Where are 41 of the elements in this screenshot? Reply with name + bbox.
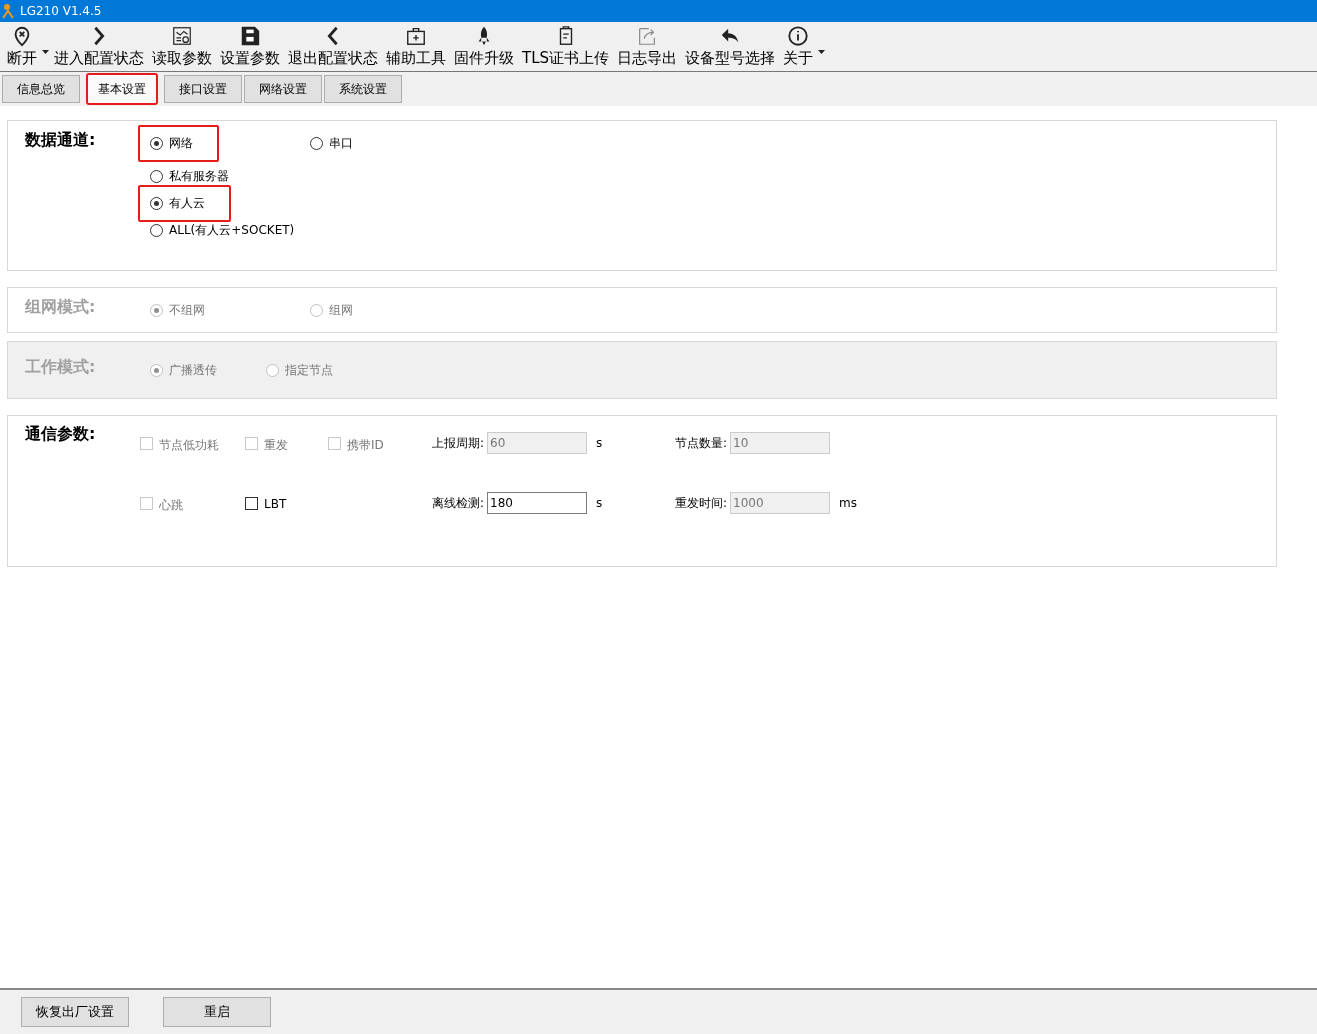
field-label: 上报周期: xyxy=(432,435,485,452)
toolbar-button[interactable]: 辅助工具 xyxy=(383,23,449,71)
section-label: 数据通道: xyxy=(24,129,97,151)
toolbar-button[interactable]: 断开 xyxy=(4,23,40,71)
checkbox-option[interactable]: LBT xyxy=(245,484,328,544)
toolbar-button[interactable]: 读取参数 xyxy=(149,23,215,71)
tab[interactable]: 基本设置 xyxy=(86,73,158,105)
radio-option[interactable]: 私有服务器 xyxy=(140,168,300,185)
info-icon xyxy=(787,25,810,47)
input-field[interactable]: 180 xyxy=(487,492,588,514)
toolbar-button[interactable]: 进入配置状态 xyxy=(51,23,147,71)
toolbar-button[interactable]: 设备型号选择 xyxy=(682,23,779,71)
radio-option[interactable]: 串口 xyxy=(300,134,460,152)
section-label: 工作模式: xyxy=(24,356,97,378)
toolbar-button[interactable]: 关于 xyxy=(780,23,817,71)
field-label: 节点数量: xyxy=(675,435,728,452)
unit-label: s xyxy=(596,435,603,452)
unit-label: ms xyxy=(839,495,857,512)
document-search-icon xyxy=(171,25,193,47)
footer-button[interactable]: 重启 xyxy=(163,997,271,1027)
toolbar-button[interactable]: 设置参数 xyxy=(217,23,283,71)
window-title: LG210 V1.4.5 xyxy=(20,4,102,18)
footer-button[interactable]: 恢复出厂设置 xyxy=(21,997,129,1027)
caret-icon[interactable] xyxy=(818,49,826,54)
tab[interactable]: 信息总览 xyxy=(2,75,80,103)
toolbox-icon xyxy=(405,25,427,47)
tab[interactable]: 系统设置 xyxy=(324,75,402,103)
app-logo-icon xyxy=(2,3,16,19)
toolbar-button[interactable]: 固件升级 xyxy=(451,23,517,71)
field-label: 离线检测: xyxy=(432,495,485,512)
caret-icon[interactable] xyxy=(42,49,49,54)
toolbar-button[interactable]: 退出配置状态 xyxy=(285,23,381,71)
section-label: 通信参数: xyxy=(24,424,97,445)
radio-option[interactable]: ALL(有人云+SOCKET) xyxy=(140,222,300,239)
tab[interactable]: 接口设置 xyxy=(164,75,242,103)
tab[interactable]: 网络设置 xyxy=(244,75,322,103)
toolbar-button[interactable]: 日志导出 xyxy=(614,23,681,71)
toolbar-button[interactable]: TLS证书上传 xyxy=(519,23,613,71)
section-label: 组网模式: xyxy=(24,296,97,318)
field-label: 重发时间: xyxy=(675,495,728,512)
unit-label: s xyxy=(596,495,603,512)
